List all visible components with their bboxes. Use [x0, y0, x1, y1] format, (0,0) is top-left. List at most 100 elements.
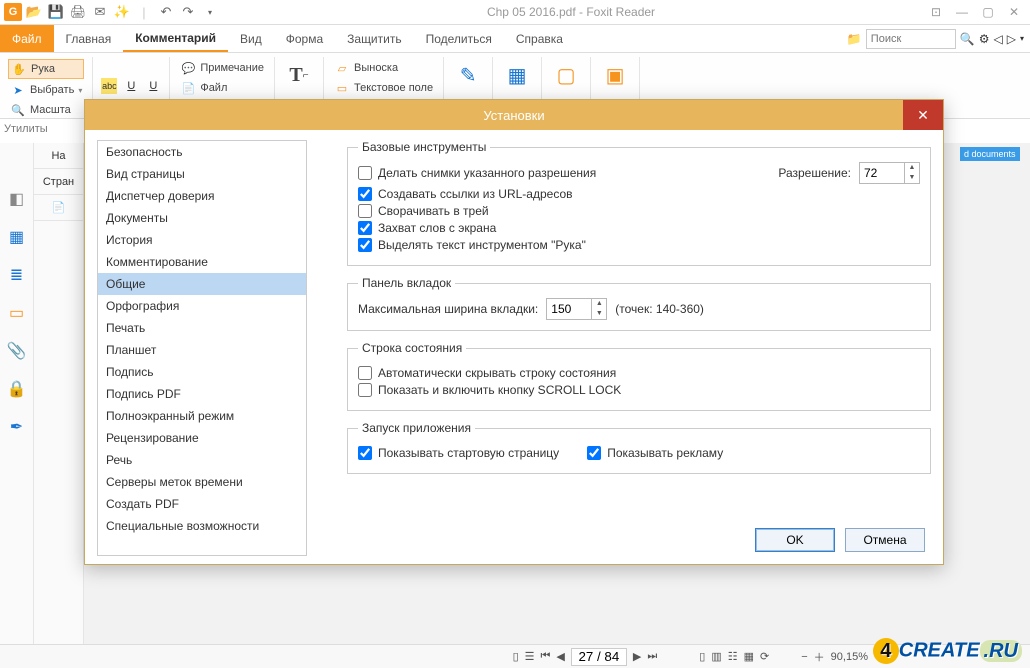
chk-start-page[interactable]: [358, 446, 372, 460]
preferences-category-list[interactable]: БезопасностьВид страницыДиспетчер довери…: [97, 140, 307, 556]
rotate-icon[interactable]: ⟳: [760, 650, 769, 663]
pref-category-item[interactable]: Печать: [98, 317, 306, 339]
last-page-icon[interactable]: ⏭: [647, 650, 657, 663]
bookmarks-icon[interactable]: ◧: [7, 189, 27, 209]
pref-category-item[interactable]: Документы: [98, 207, 306, 229]
pref-category-item[interactable]: Речь: [98, 449, 306, 471]
qat-dropdown-icon[interactable]: ▾: [202, 4, 218, 20]
pref-category-item[interactable]: Специальные возможности: [98, 515, 306, 537]
open-icon[interactable]: 📂: [26, 4, 42, 20]
cancel-button[interactable]: Отмена: [845, 528, 925, 552]
chk-snapshot-resolution[interactable]: [358, 166, 372, 180]
pref-category-item[interactable]: Рецензирование: [98, 427, 306, 449]
pref-category-item[interactable]: Создать PDF: [98, 493, 306, 515]
undo-icon[interactable]: ↶: [158, 4, 174, 20]
pref-category-item[interactable]: История: [98, 229, 306, 251]
resolution-spinner[interactable]: ▲▼: [859, 162, 920, 184]
callout-tool[interactable]: ▱Выноска: [332, 59, 435, 77]
pref-category-item[interactable]: Подпись: [98, 361, 306, 383]
pref-category-item[interactable]: Вид страницы: [98, 163, 306, 185]
textbox-tool[interactable]: ▭Текстовое поле: [332, 79, 435, 97]
prev-icon[interactable]: ◁: [994, 32, 1003, 46]
minimize-icon[interactable]: —: [950, 2, 974, 22]
pref-category-item[interactable]: Комментирование: [98, 251, 306, 273]
underline2-icon[interactable]: U: [145, 78, 161, 94]
layout1-icon[interactable]: ▯: [699, 650, 705, 663]
chk-ads[interactable]: [587, 446, 601, 460]
print-icon[interactable]: 🖨: [70, 4, 86, 20]
page-input[interactable]: [571, 648, 627, 666]
tab-protect[interactable]: Защитить: [335, 25, 413, 52]
comments-icon[interactable]: ▭: [7, 303, 27, 323]
pencil-tool[interactable]: ✎: [452, 59, 484, 91]
stamp-tool[interactable]: ▣: [599, 59, 631, 91]
zoom-in-icon[interactable]: ＋: [814, 649, 825, 665]
tab-width-spinner[interactable]: ▲▼: [546, 298, 607, 320]
pref-category-item[interactable]: Безопасность: [98, 141, 306, 163]
spinner-up-icon[interactable]: ▲: [905, 163, 919, 173]
layout4-icon[interactable]: ▦: [744, 650, 754, 663]
panel-tab-start[interactable]: На: [34, 143, 83, 169]
chk-url-links[interactable]: [358, 187, 372, 201]
select-tool[interactable]: ➤Выбрать▾: [8, 81, 84, 99]
gear-icon[interactable]: ⚙: [979, 32, 990, 46]
next-page-icon[interactable]: ▶: [633, 650, 641, 663]
redo-icon[interactable]: ↷: [180, 4, 196, 20]
typewriter-tool[interactable]: T⌐: [283, 59, 315, 91]
dropdown-icon[interactable]: ▾: [1020, 34, 1024, 43]
view-single-icon[interactable]: ▯: [513, 650, 519, 663]
layout3-icon[interactable]: ☷: [728, 650, 738, 663]
pref-category-item[interactable]: Диспетчер доверия: [98, 185, 306, 207]
tab-help[interactable]: Справка: [504, 25, 575, 52]
shape-tool[interactable]: ▢: [550, 59, 582, 91]
layout2-icon[interactable]: ▥: [711, 650, 721, 663]
tab-form[interactable]: Форма: [274, 25, 335, 52]
security-icon[interactable]: 🔒: [7, 379, 27, 399]
search-icon[interactable]: 🔍: [960, 32, 975, 46]
pages-icon[interactable]: ▦: [7, 227, 27, 247]
underline-icon[interactable]: U: [123, 78, 139, 94]
ribbon-min-icon[interactable]: ⊡: [924, 2, 948, 22]
spinner-up-icon[interactable]: ▲: [592, 299, 606, 309]
view-cont-icon[interactable]: ☰: [525, 650, 535, 663]
pref-category-item[interactable]: Подпись PDF: [98, 383, 306, 405]
pref-category-item[interactable]: Общие: [98, 273, 306, 295]
first-page-icon[interactable]: ⏮: [541, 650, 551, 663]
pref-category-item[interactable]: Планшет: [98, 339, 306, 361]
note-tool[interactable]: 💬Примечание: [178, 59, 266, 77]
hand-tool[interactable]: ✋Рука: [8, 59, 84, 79]
dialog-close-button[interactable]: ✕: [903, 100, 943, 130]
signatures-icon[interactable]: ✒: [7, 417, 27, 437]
email-icon[interactable]: ✉: [92, 4, 108, 20]
save-icon[interactable]: 💾: [48, 4, 64, 20]
search-input[interactable]: [866, 29, 956, 49]
chk-scroll-lock[interactable]: [358, 383, 372, 397]
chk-autohide-status[interactable]: [358, 366, 372, 380]
spinner-down-icon[interactable]: ▼: [905, 173, 919, 183]
chk-screen-word[interactable]: [358, 221, 372, 235]
ok-button[interactable]: OK: [755, 528, 835, 552]
attachments-icon[interactable]: 📎: [7, 341, 27, 361]
tab-comment[interactable]: Комментарий: [123, 25, 228, 52]
resolution-input[interactable]: [860, 163, 904, 183]
area-tool[interactable]: ▦: [501, 59, 533, 91]
tab-share[interactable]: Поделиться: [414, 25, 504, 52]
pref-category-item[interactable]: Полноэкранный режим: [98, 405, 306, 427]
maximize-icon[interactable]: ▢: [976, 2, 1000, 22]
layers-icon[interactable]: ≣: [7, 265, 27, 285]
panel-tab-doc[interactable]: 📄: [34, 195, 83, 221]
close-icon[interactable]: ✕: [1002, 2, 1026, 22]
prev-page-icon[interactable]: ◀: [556, 650, 564, 663]
chk-tray[interactable]: [358, 204, 372, 218]
next-icon[interactable]: ▷: [1007, 32, 1016, 46]
zoom-tool[interactable]: 🔍Масшта: [8, 101, 84, 119]
pref-category-item[interactable]: Серверы меток времени: [98, 471, 306, 493]
pref-category-item[interactable]: Орфография: [98, 295, 306, 317]
file-attach-tool[interactable]: 📄Файл: [178, 79, 266, 97]
tab-width-input[interactable]: [547, 299, 591, 319]
panel-tab-pages[interactable]: Стран: [34, 169, 83, 195]
folder-search-icon[interactable]: 📁: [847, 32, 862, 46]
zoom-out-icon[interactable]: −: [801, 651, 807, 663]
new-icon[interactable]: ✨: [114, 4, 130, 20]
tab-home[interactable]: Главная: [54, 25, 124, 52]
